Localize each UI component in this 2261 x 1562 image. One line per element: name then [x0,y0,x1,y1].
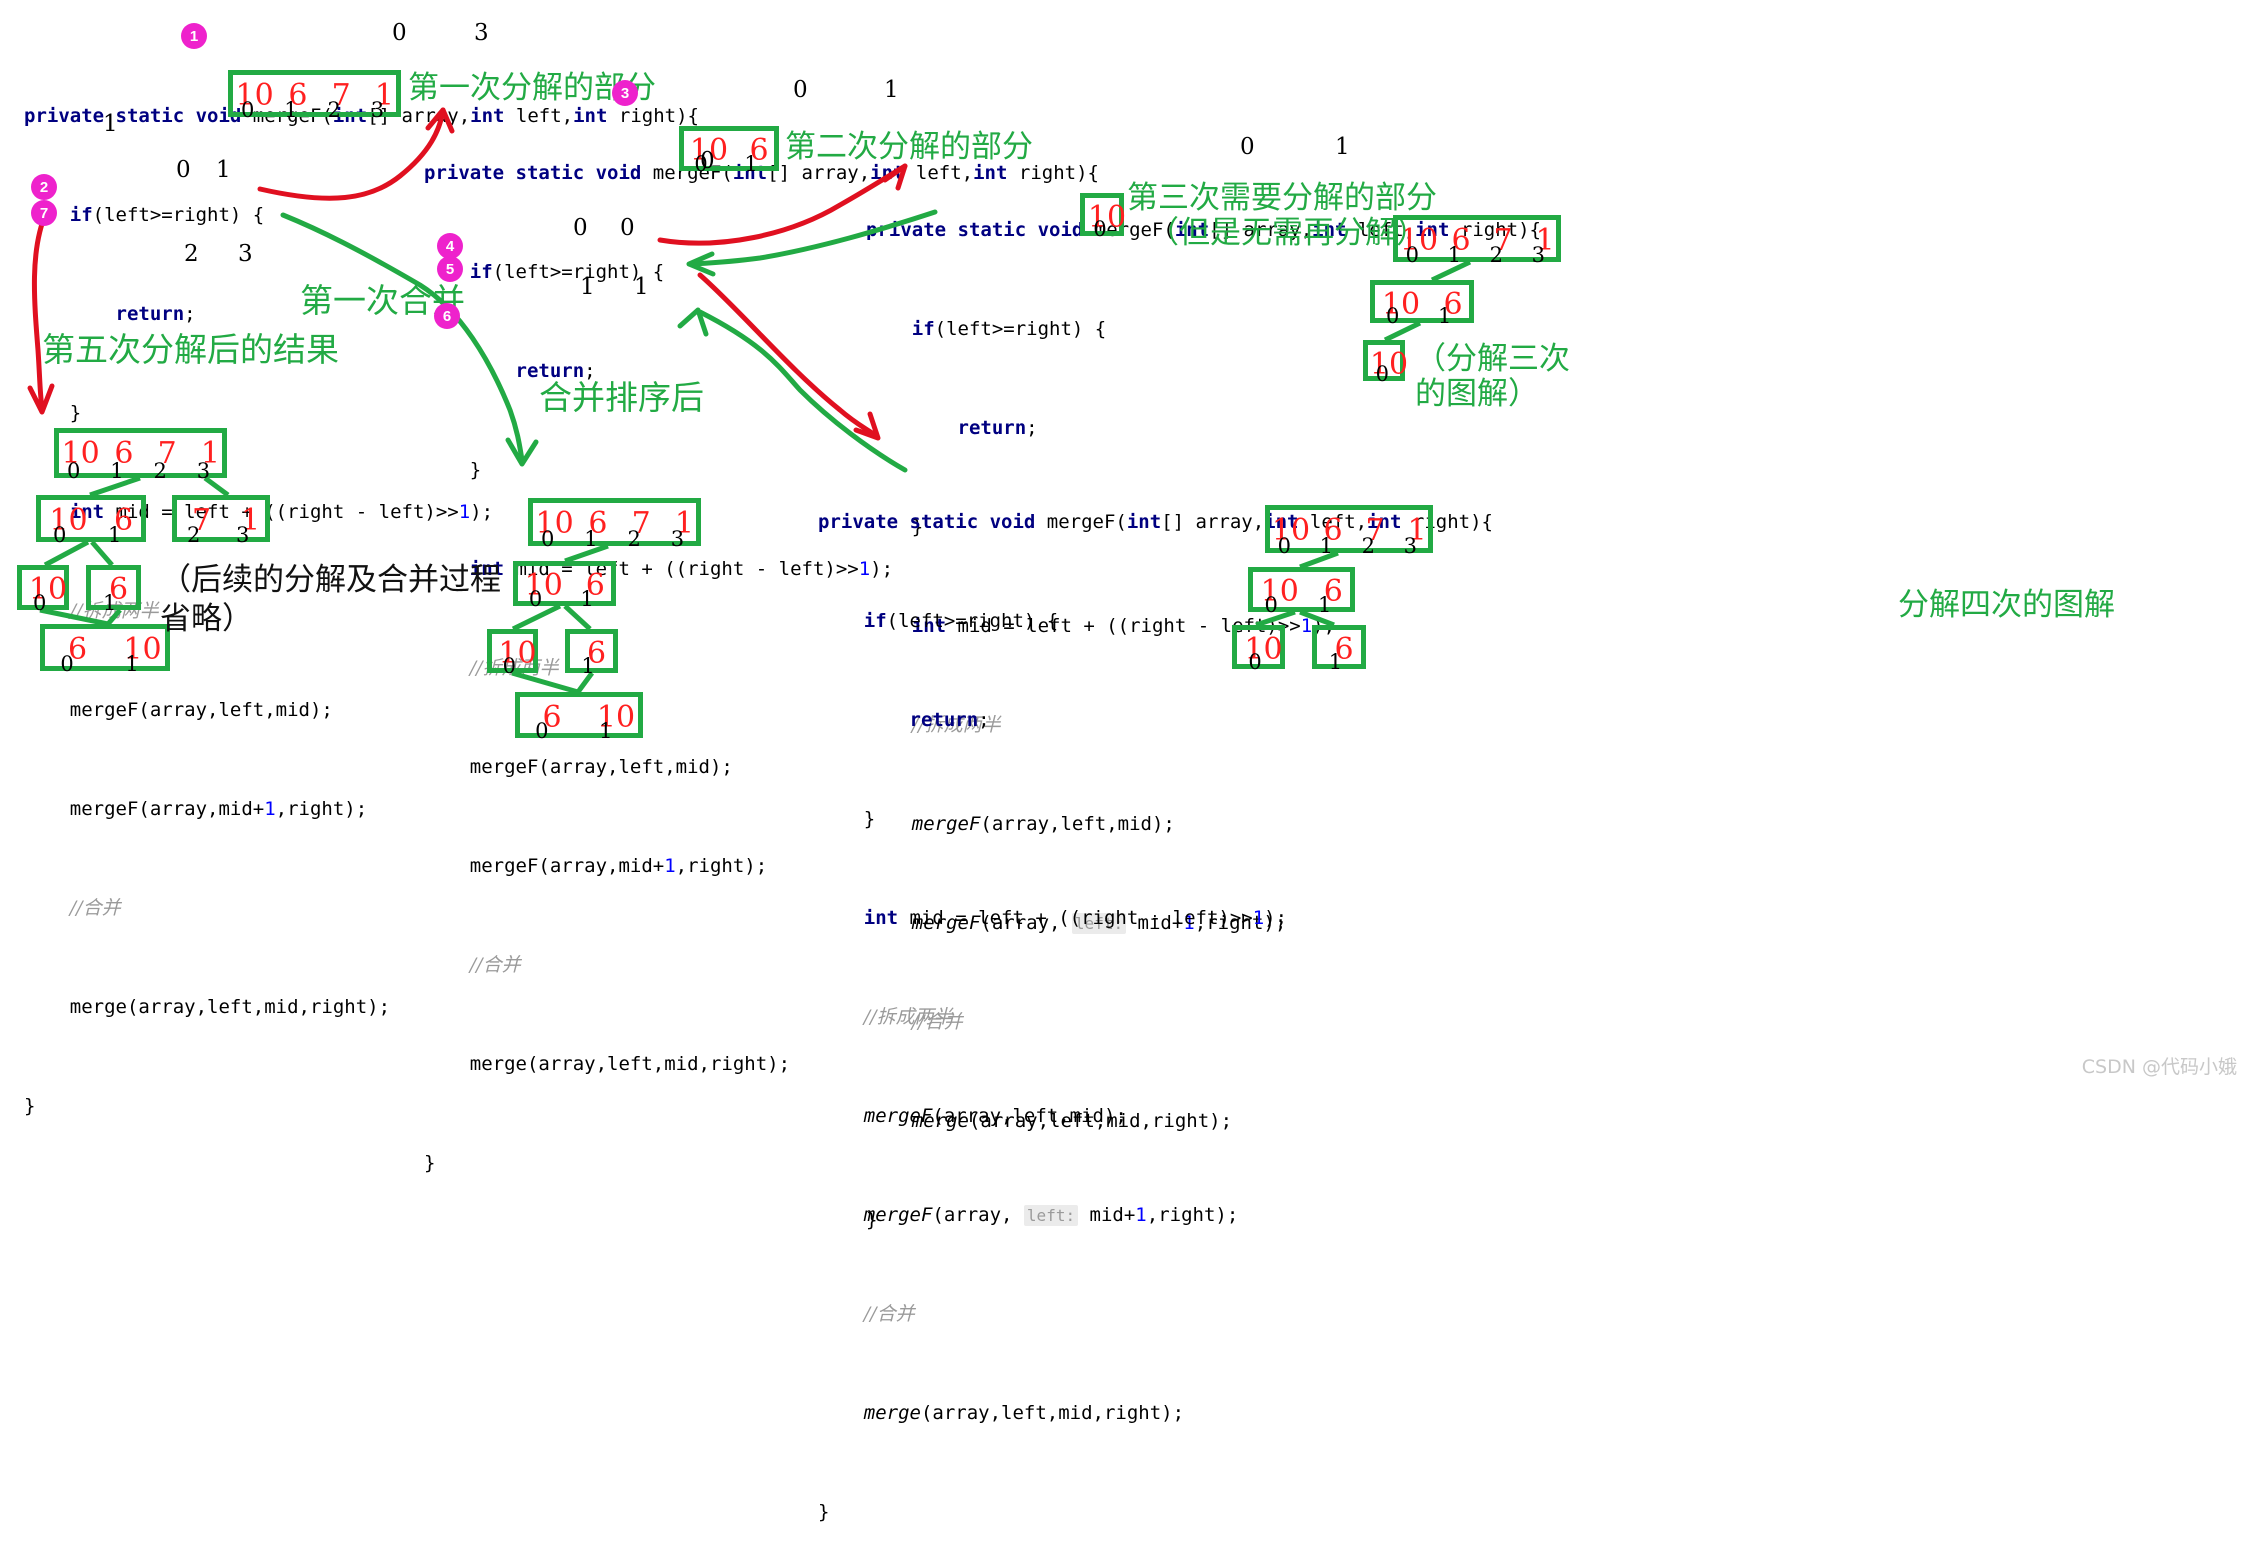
array-cell-index: 0 [1093,217,1107,241]
array-cell-index: 0 [53,523,67,547]
code-index-digit: 0 [573,215,588,241]
step-bullet-5: 5 [437,256,463,282]
array-box: 10 0 6 1 [1248,567,1355,616]
array-box: 6 0 10 1 [40,624,170,675]
array-cell-index: 1 [744,152,758,176]
step-bullet-3: 3 [612,80,638,106]
array-box: 6 0 10 1 [515,692,643,742]
array-cell-index: 3 [196,459,211,483]
array-cell-index: 1 [284,98,298,122]
array-cell-index: 3 [1403,534,1417,558]
array-box: 10 0 [1363,340,1408,385]
ann-omit-1: （后续的分解及合并过程 [160,562,501,598]
array-box: 10 0 6 1 [1370,280,1474,327]
array-box: 7213 [172,495,270,546]
array-cell-index: 2 [1489,243,1503,267]
array-cell-index: 0 [67,459,81,483]
array-cell-index: 1 [103,591,117,615]
array-box: 61 [86,565,141,614]
array-box: 10 0 6 1 [513,561,616,610]
code-index-digit: 0 [620,215,635,241]
array-box: 10 0 6 1 7 2 1 3 [1265,505,1433,557]
code-index-digit: 3 [474,20,489,46]
array-box: 10 0 6 1 7 2 1 3 [54,428,227,482]
code-index-digit: 1 [216,157,231,183]
array-cell-index: 2 [186,523,201,547]
array-cell-index: 0 [1375,362,1389,386]
array-cell-index: 0 [528,587,543,611]
ann-three-splits-2: 的图解） [1415,376,1539,412]
array-cell-index: 2 [1361,534,1375,558]
array-box: 10 0 6 1 [679,126,779,175]
array-cell-index: 0 [1248,650,1262,674]
array-cell-index: 0 [33,591,47,615]
array-cell-index: 3 [235,523,250,547]
code-index-digit: 0 [392,20,407,46]
array-box: 10 0 [487,629,538,677]
ann-fifth-result: 第五次分解后的结果 [42,330,339,369]
step-bullet-7: 7 [31,200,57,226]
ann-merged-sorted: 合并排序后 [539,378,704,417]
array-box: 10 0 [17,565,69,614]
array-box: 61 [1312,625,1366,673]
array-cell-index: 0 [241,98,255,122]
code-block-4[interactable]: private static void mergeF(int[] array,i… [818,440,1493,1562]
array-box: 10 0 [1080,193,1126,240]
array-cell-index: 1 [1437,304,1452,328]
code-index-digit: 1 [1335,134,1350,160]
array-cell-index: 2 [153,459,167,483]
array-cell-index: 0 [535,719,549,743]
array-cell-index: 1 [581,654,595,678]
array-cell-index: 3 [370,98,385,122]
array-cell-index: 1 [1318,593,1332,617]
array-box: 10 0 [1232,625,1285,673]
watermark: CSDN @代码小娥 [2081,1056,2237,1078]
array-cell-index: 0 [502,654,517,678]
ann-second-split: 第二次分解的部分 [785,129,1033,165]
array-cell-index: 0 [1277,534,1291,558]
ann-three-splits-1: （分解三次 [1415,341,1570,377]
array-box: 10 0 6 1 [36,495,146,546]
array-cell-index: 1 [599,719,613,743]
code-index-digit: 1 [580,274,595,300]
array-cell-index: 1 [125,652,139,676]
array-cell-index: 2 [627,527,641,551]
code-index-digit: 3 [238,241,253,267]
array-cell-index: 0 [1264,593,1278,617]
code-index-digit: 2 [184,241,199,267]
array-cell-index: 0 [541,527,555,551]
array-cell-index: 1 [580,587,594,611]
array-box: 10 0 6 1 7 2 1 3 [228,70,401,121]
code-index-digit: 0 [1240,134,1255,160]
ann-third-split: 第三次需要分解的部分 [1127,180,1437,216]
array-cell-index: 1 [108,523,122,547]
code-index-digit: 0 [700,148,715,174]
array-cell-index: 0 [1386,304,1400,328]
code-index-digit: 1 [634,274,649,300]
array-cell-index: 1 [110,459,124,483]
array-box: 61 [565,629,618,677]
array-cell-index: 2 [327,98,341,122]
array-cell-index: 1 [1447,243,1461,267]
ann-third-note: （但是无需再分解） [1148,215,1427,251]
code-index-digit: 1 [103,111,118,137]
array-cell-index: 1 [584,527,598,551]
code-index-digit: 1 [884,77,899,103]
array-cell-index: 1 [1328,650,1343,674]
ann-four-splits: 分解四次的图解 [1898,587,2115,623]
ann-omit-2: 省略） [160,601,253,637]
array-cell-index: 1 [1319,534,1333,558]
code-index-digit: 0 [176,157,191,183]
code-index-digit: 0 [793,77,808,103]
step-bullet-1: 1 [181,23,207,49]
step-bullet-2: 2 [31,174,57,200]
array-cell-index: 3 [1531,243,1545,267]
array-cell-index: 0 [60,652,74,676]
param-hint-left-2: left: [1023,1205,1079,1226]
array-cell-index: 3 [670,527,685,551]
array-box: 10 0 6 1 7 2 1 3 [528,498,701,550]
step-bullet-6: 6 [434,303,460,329]
